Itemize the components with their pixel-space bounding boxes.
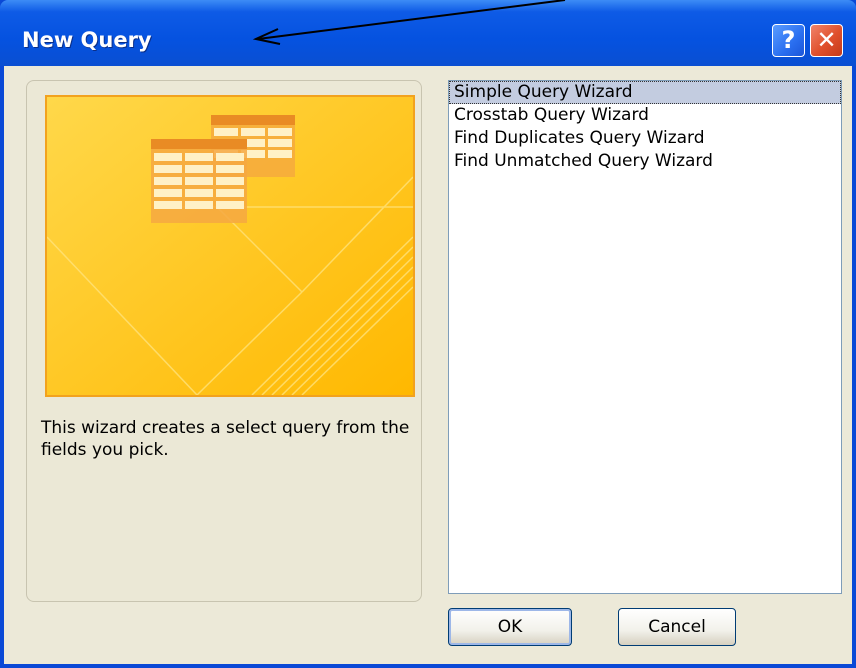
preview-panel: This wizard creates a select query from … — [26, 80, 422, 602]
help-button[interactable]: ? — [772, 24, 805, 57]
close-button[interactable]: ✕ — [810, 24, 843, 57]
title-bar[interactable]: New Query ? ✕ — [0, 0, 856, 66]
wizard-listbox[interactable]: Simple Query Wizard Crosstab Query Wizar… — [448, 80, 842, 594]
ok-button[interactable]: OK — [448, 608, 572, 646]
dialog-title: New Query — [22, 28, 152, 52]
query-grid-illustration — [47, 97, 413, 395]
wizard-item-find-unmatched[interactable]: Find Unmatched Query Wizard — [449, 150, 841, 173]
cancel-button[interactable]: Cancel — [618, 608, 736, 646]
wizard-preview-image — [45, 95, 415, 397]
wizard-item-simple[interactable]: Simple Query Wizard — [449, 81, 841, 104]
dialog-body: This wizard creates a select query from … — [4, 66, 852, 664]
help-icon: ? — [781, 26, 796, 54]
wizard-description: This wizard creates a select query from … — [41, 418, 410, 460]
wizard-item-find-duplicates[interactable]: Find Duplicates Query Wizard — [449, 127, 841, 150]
new-query-dialog: New Query ? ✕ This wizard creates a sele… — [0, 0, 856, 668]
wizard-item-crosstab[interactable]: Crosstab Query Wizard — [449, 104, 841, 127]
close-icon: ✕ — [816, 26, 837, 54]
